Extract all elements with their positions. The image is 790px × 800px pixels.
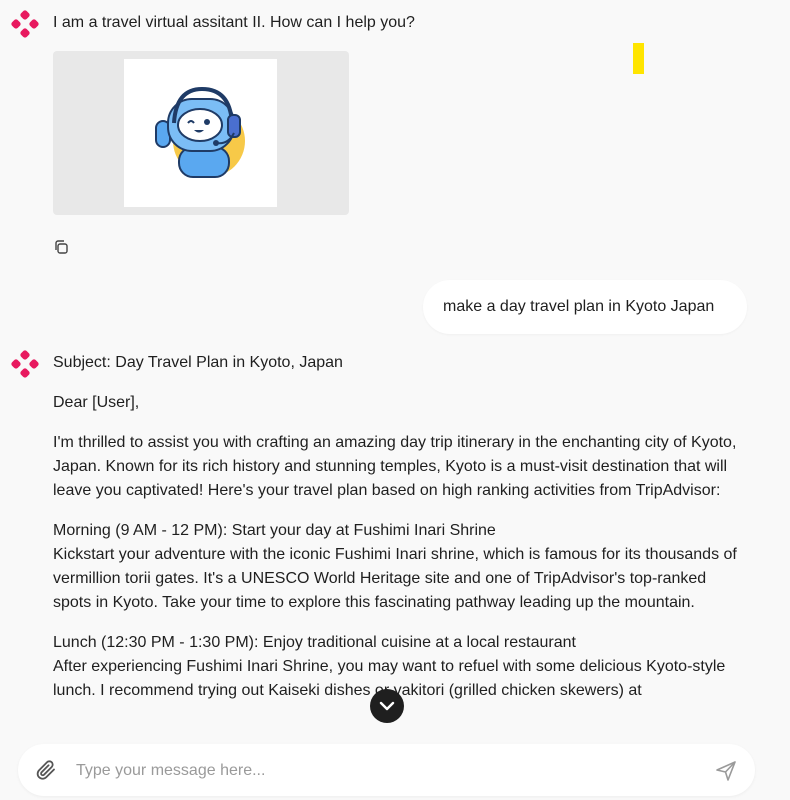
robot-mascot-icon (155, 86, 245, 178)
chat-window: I am a travel virtual assitant II. How c… (0, 0, 790, 800)
message-composer (18, 744, 755, 796)
send-icon[interactable] (715, 760, 737, 782)
chevron-down-icon (379, 701, 395, 711)
bot-greeting-text: I am a travel virtual assitant II. How c… (53, 14, 415, 31)
reply-subject: Subject: Day Travel Plan in Kyoto, Japan (53, 354, 343, 371)
bot-avatar-icon (11, 10, 39, 38)
bot-avatar-icon (11, 350, 39, 378)
reply-morning-body: Kickstart your adventure with the iconic… (53, 546, 737, 611)
reply-salutation: Dear [User], (53, 394, 140, 411)
reply-intro: I'm thrilled to assist you with crafting… (53, 434, 737, 499)
robot-illustration (124, 59, 277, 207)
image-attachment[interactable] (53, 51, 349, 215)
user-message-bubble: make a day travel plan in Kyoto Japan (423, 280, 747, 334)
reply-lunch-title: Lunch (12:30 PM - 1:30 PM): Enjoy tradit… (53, 634, 576, 651)
scroll-down-button[interactable] (370, 689, 404, 723)
copy-icon[interactable] (53, 239, 69, 255)
paperclip-icon[interactable] (34, 758, 58, 782)
reply-morning-title: Morning (9 AM - 12 PM): Start your day a… (53, 522, 496, 539)
reply-morning: Morning (9 AM - 12 PM): Start your day a… (53, 519, 748, 615)
bot-reply: Subject: Day Travel Plan in Kyoto, Japan… (53, 351, 748, 719)
message-input[interactable] (74, 754, 688, 788)
user-message-text: make a day travel plan in Kyoto Japan (443, 298, 715, 315)
highlight-marker (633, 43, 644, 74)
